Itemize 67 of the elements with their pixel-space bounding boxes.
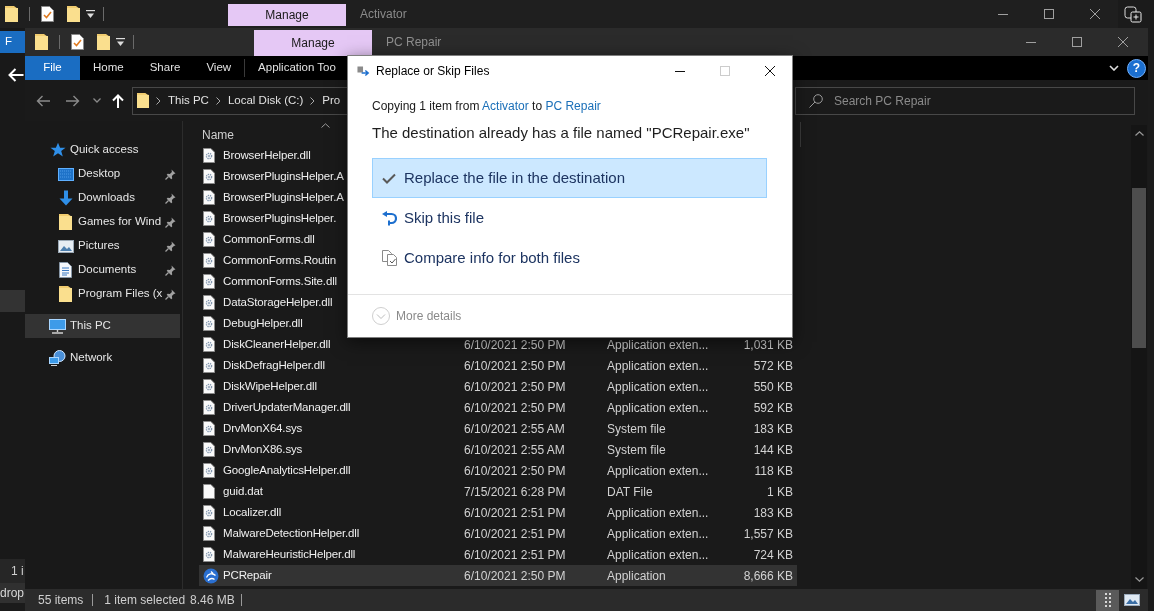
file-name-cell-text: Localizer.dll <box>223 504 282 520</box>
file-name-cell-text: CommonForms.Routin <box>223 252 336 268</box>
size-cell-text: 183 KB <box>753 504 793 522</box>
type-cell-text: Application exten... <box>607 525 709 543</box>
file-name-cell-text: MalwareDetectionHelper.dll <box>223 525 360 541</box>
type-cell-text: Application exten... <box>607 378 709 396</box>
file-name-cell-text: guid.dat <box>223 483 263 499</box>
file-name-cell-text: DrvMonX86.sys <box>223 441 303 457</box>
size-cell-text: 592 KB <box>753 399 793 417</box>
size-cell-text: 144 KB <box>753 441 793 459</box>
date-cell-text: 7/15/2021 6:28 PM <box>464 483 566 501</box>
file-name-cell-text: BrowserPluginsHelper.A <box>223 168 344 184</box>
date-cell-text: 6/10/2021 2:50 PM <box>464 462 566 480</box>
type-cell-text: Application exten... <box>607 462 709 480</box>
size-cell-text: 8,666 KB <box>743 567 793 585</box>
window-title: Activator <box>360 6 407 23</box>
desktop-text: drop <box>0 583 25 603</box>
date-cell-text: 6/10/2021 2:55 AM <box>464 420 565 438</box>
size-cell-text: 1,031 KB <box>743 336 793 354</box>
date-cell-text: 6/10/2021 2:50 PM <box>464 357 566 375</box>
file-name-cell-text: DrvMonX64.sys <box>223 420 303 436</box>
file-name-cell-text: DebugHelper.dll <box>223 315 303 331</box>
file-name-cell-text: CommonForms.dll <box>223 231 315 247</box>
file-name-cell-text: PCRepair <box>223 567 272 583</box>
date-cell-text: 6/10/2021 2:50 PM <box>464 378 566 396</box>
date-cell-text: 6/10/2021 2:55 AM <box>464 441 565 459</box>
dialog-title: Replace or Skip Files <box>376 63 490 80</box>
type-cell-text: Application exten... <box>607 357 709 375</box>
copy-description: Copying 1 item from Activator to PC Repair <box>372 98 601 114</box>
dialog-heading: The destination already has a file named "PCRepair.exe" <box>372 123 750 143</box>
size-cell-text: 1,557 KB <box>743 525 793 543</box>
file-name-cell-text: MalwareHeuristicHelper.dll <box>223 546 356 562</box>
date-cell-text: 6/10/2021 2:51 PM <box>464 504 566 522</box>
type-cell-text: Application exten... <box>607 546 709 564</box>
file-name-cell-text: DataStorageHelper.dll <box>223 294 333 310</box>
window-title: PC Repair <box>386 34 442 51</box>
type-cell-text: Application exten... <box>607 399 709 417</box>
file-name-cell-text: BrowserPluginsHelper.A <box>223 189 344 205</box>
date-cell-text: 6/10/2021 2:50 PM <box>464 399 566 417</box>
type-cell-text: Application exten... <box>607 336 709 354</box>
file-name-cell-text: GoogleAnalyticsHelper.dll <box>223 462 351 478</box>
date-cell-text: 6/10/2021 2:51 PM <box>464 546 566 564</box>
type-cell-text: DAT File <box>607 483 653 501</box>
file-name-cell-text: DiskCleanerHelper.dll <box>223 336 331 352</box>
selection-text: 1 item selected <box>104 592 186 609</box>
type-cell-text: Application <box>607 567 666 585</box>
size-cell-text: 1 KB <box>767 483 793 501</box>
size-cell-text: 183 KB <box>753 420 793 438</box>
size-cell-text: 724 KB <box>753 546 793 564</box>
size-cell-text: 550 KB <box>753 378 793 396</box>
file-name-cell-text: CommonForms.Site.dll <box>223 273 337 289</box>
selection-size-text: 8.46 MB <box>190 592 235 609</box>
file-name-cell-text: DiskWipeHelper.dll <box>223 378 317 394</box>
date-cell-text: 6/10/2021 2:50 PM <box>464 336 566 354</box>
size-cell-text: 118 KB <box>754 462 793 480</box>
file-name-cell-text: DiskDefragHelper.dll <box>223 357 325 373</box>
type-cell-text: Application exten... <box>607 504 709 522</box>
type-cell-text: System file <box>607 420 666 438</box>
date-cell-text: 6/10/2021 2:50 PM <box>464 567 566 585</box>
status-text: 1 i <box>11 563 24 580</box>
file-name-cell-text: DriverUpdaterManager.dll <box>223 399 351 415</box>
date-cell-text: 6/10/2021 2:51 PM <box>464 525 566 543</box>
file-name-cell-text: BrowserHelper.dll <box>223 147 311 163</box>
size-cell-text: 572 KB <box>753 357 793 375</box>
item-count-text: 55 items <box>38 592 84 609</box>
type-cell-text: System file <box>607 441 666 459</box>
file-name-cell-text: BrowserPluginsHelper. <box>223 210 337 226</box>
